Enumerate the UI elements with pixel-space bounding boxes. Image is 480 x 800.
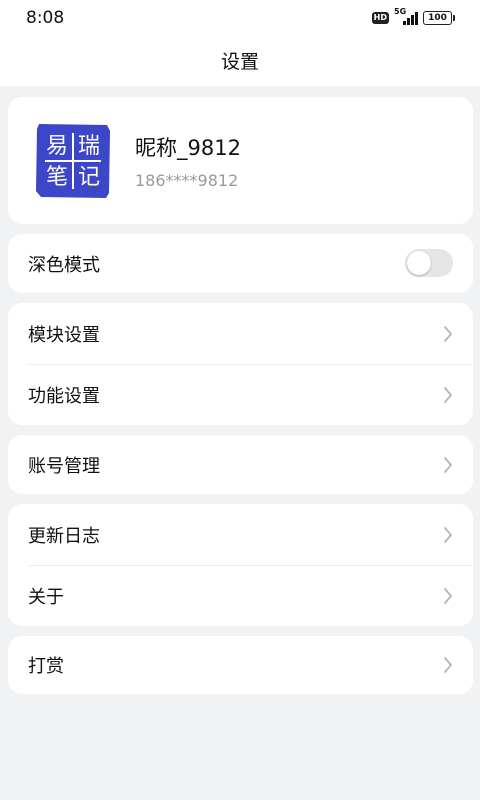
system-icons: HD 5G 100: [371, 7, 455, 26]
dark-mode-row: 深色模式: [8, 234, 473, 293]
hd-badge: HD: [371, 12, 389, 24]
toggle-knob: [407, 251, 431, 275]
user-phone: 186****9812: [135, 171, 239, 190]
settings-item-label: 账号管理: [28, 455, 100, 477]
settings-item-feature-settings[interactable]: 功能设置: [8, 364, 473, 425]
settings-item-label: 打赏: [28, 656, 64, 677]
chevron-right-icon: [444, 657, 452, 673]
settings-item-module-settings[interactable]: 模块设置: [8, 303, 473, 364]
app-logo: 易 瑞 笔 记: [36, 124, 110, 198]
chevron-right-icon: [444, 326, 452, 342]
settings-item-label: 关于: [28, 586, 64, 608]
chevron-right-icon: [444, 387, 452, 403]
divider: [28, 364, 473, 365]
signal-icon: 5G: [394, 7, 418, 26]
page-title: 设置: [220, 51, 259, 73]
logo-char: 笔: [46, 165, 68, 190]
settings-group-modules: 模块设置 功能设置: [8, 303, 473, 425]
settings-item-label: 功能设置: [28, 385, 100, 407]
logo-char: 瑞: [78, 134, 100, 159]
user-nickname: 昵称_9812: [135, 136, 241, 160]
settings-item-account-management[interactable]: 账号管理: [8, 435, 473, 494]
logo-char: 易: [46, 134, 68, 159]
settings-item-changelog[interactable]: 更新日志: [8, 504, 473, 565]
settings-group-info: 更新日志 关于: [8, 504, 473, 626]
settings-item-about[interactable]: 关于: [8, 565, 473, 626]
dark-mode-label: 深色模式: [28, 254, 100, 276]
status-bar: 8:08 HD 5G 100: [0, 0, 480, 36]
chevron-right-icon: [444, 457, 452, 473]
settings-item-reward[interactable]: 打赏: [8, 636, 473, 694]
logo-char: 记: [78, 165, 100, 190]
chevron-right-icon: [444, 527, 452, 543]
chevron-right-icon: [444, 588, 452, 604]
settings-group-account: 账号管理: [8, 435, 473, 494]
dark-mode-toggle[interactable]: [405, 249, 453, 277]
settings-item-label: 模块设置: [28, 324, 100, 346]
status-time: 8:08: [26, 8, 65, 28]
settings-item-label: 更新日志: [28, 525, 100, 547]
divider: [28, 565, 473, 566]
page-header: 设置: [0, 36, 480, 86]
settings-group-reward: 打赏: [8, 636, 473, 694]
battery-icon: 100: [423, 11, 455, 25]
profile-card[interactable]: 易 瑞 笔 记 昵称_9812 186****9812: [8, 97, 473, 224]
dark-mode-card: 深色模式: [8, 234, 473, 293]
